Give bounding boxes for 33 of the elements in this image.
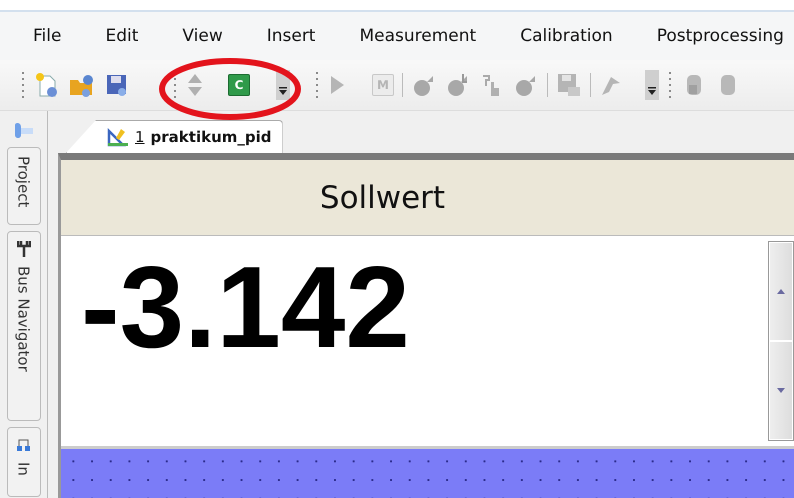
- save-disk-icon[interactable]: [556, 72, 582, 98]
- menu-item[interactable]: Edit: [105, 26, 138, 46]
- value-display: -3.142: [80, 241, 410, 374]
- play-icon[interactable]: [328, 74, 346, 96]
- open-folder-icon[interactable]: [68, 72, 96, 98]
- menu-item[interactable]: Calibration: [520, 26, 613, 46]
- menu-item[interactable]: Measurement: [359, 26, 476, 46]
- menu-item[interactable]: Postprocessing: [656, 26, 784, 46]
- grip-handle[interactable]: [20, 71, 26, 99]
- grip-handle[interactable]: [314, 71, 320, 99]
- panel-title: Sollwert: [320, 180, 446, 216]
- up-down-arrows-icon[interactable]: [186, 72, 204, 98]
- dropdown-arrow-icon: [278, 86, 288, 96]
- side-tab[interactable]: Bus Navigator: [6, 231, 40, 421]
- menu-item[interactable]: File: [33, 26, 62, 46]
- down-arrow-icon: [777, 388, 785, 393]
- grip-handle[interactable]: [667, 71, 673, 99]
- side-tab-label: Project: [14, 156, 32, 208]
- spin-down-button[interactable]: [769, 341, 793, 440]
- side-tab-label: In: [14, 462, 32, 476]
- side-tab[interactable]: Project: [6, 147, 40, 225]
- side-tab-label: Bus Navigator: [14, 266, 32, 372]
- dropdown-arrow-icon: [647, 86, 657, 96]
- menu-item[interactable]: Insert: [266, 26, 316, 46]
- document-tab[interactable]: 1 praktikum_pid: [66, 120, 282, 153]
- toolbar-overflow-button[interactable]: [645, 70, 659, 100]
- up-arrow-icon: [777, 289, 785, 294]
- side-tab[interactable]: In: [6, 427, 40, 497]
- letter-button[interactable]: C: [228, 74, 250, 96]
- menu-item[interactable]: View: [182, 26, 223, 46]
- ruler-pencil-icon: [107, 127, 129, 147]
- spin-up-button[interactable]: [769, 242, 793, 341]
- new-document-icon[interactable]: [34, 72, 60, 98]
